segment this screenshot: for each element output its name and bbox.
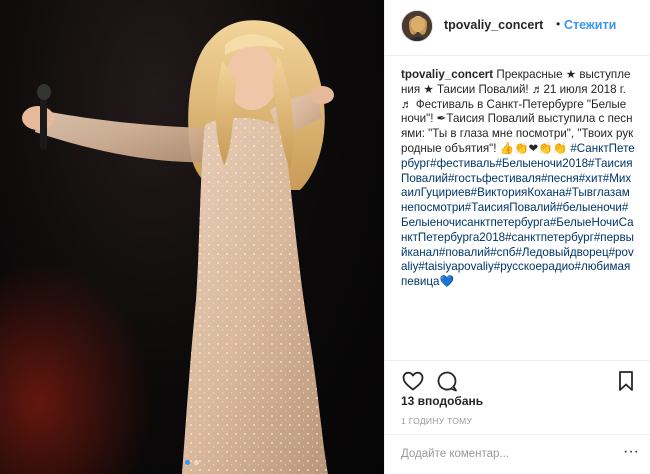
instagram-post: tpovaliy_concert • Стежити tpovaliy_conc… [0,0,650,474]
header-separator: • [556,17,561,31]
more-icon[interactable]: ··· [621,444,641,464]
avatar-image [402,11,432,41]
post-photo[interactable] [0,0,384,474]
post-header: tpovaliy_concert • Стежити [385,0,650,56]
bookmark-icon[interactable] [614,369,638,393]
caption-username[interactable]: tpovaliy_concert [401,68,493,81]
carousel-dots[interactable] [176,458,208,466]
avatar[interactable] [401,10,433,42]
caption-end-emoji: 💙 [439,275,454,289]
post-sidebar: tpovaliy_concert • Стежити tpovaliy_conc… [384,0,650,474]
likes-count[interactable]: 13 вподобань [401,394,483,408]
post-caption: tpovaliy_concert Прекрасные ★ выступлени… [401,68,635,290]
comment-input[interactable] [401,444,601,464]
comment-icon[interactable] [435,369,459,393]
singer-illustration [0,0,384,474]
carousel-dot-active[interactable] [185,459,190,465]
heart-icon[interactable] [401,369,425,393]
caption-hashtags[interactable]: #СанктПетербург#фестиваль#Белыеночи2018#… [401,142,635,288]
post-timestamp[interactable]: 1 годину тому [401,416,472,426]
comment-bar: ··· [385,434,650,474]
follow-button[interactable]: Стежити [564,18,616,32]
header-username[interactable]: tpovaliy_concert [444,18,543,32]
carousel-dot[interactable] [194,459,199,465]
